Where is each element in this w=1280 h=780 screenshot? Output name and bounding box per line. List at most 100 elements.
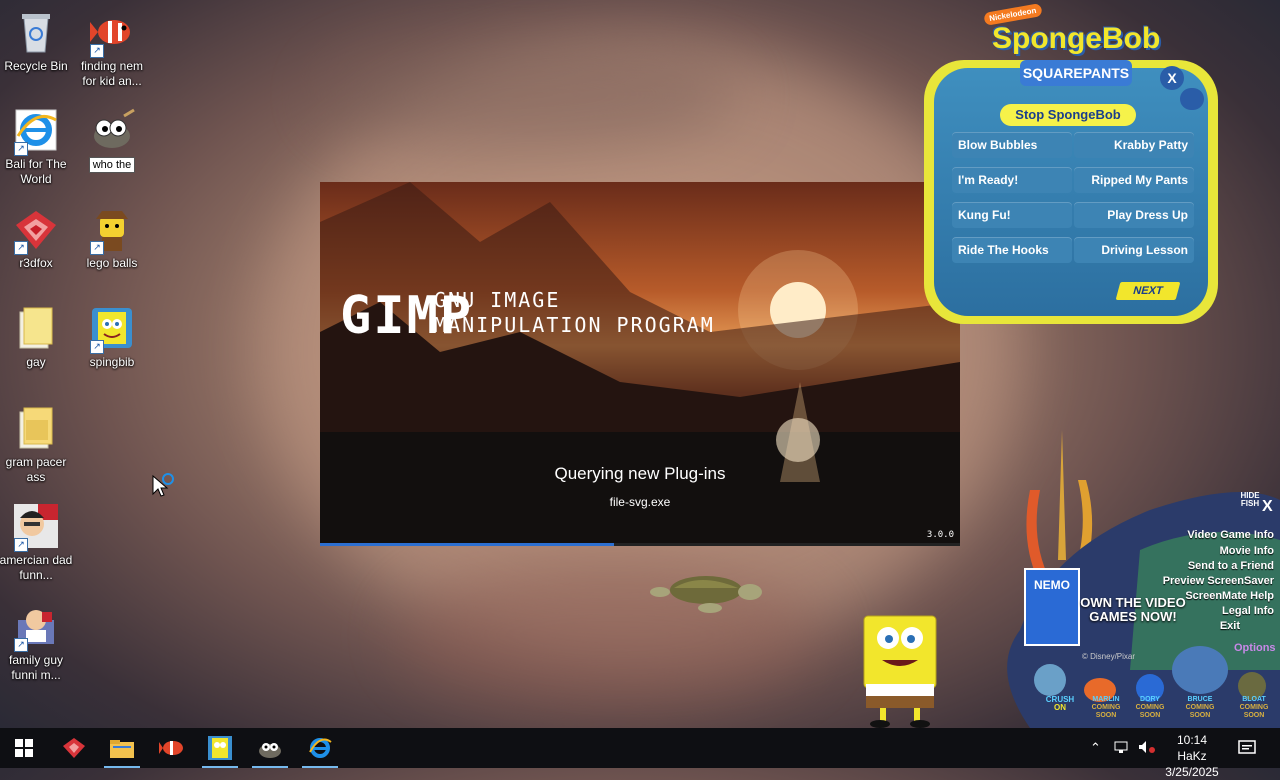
ripped-my-pants-button[interactable]: Ripped My Pants <box>1074 167 1194 193</box>
desktop-icon-gay[interactable]: gay <box>0 304 74 370</box>
icon-label: spingbib <box>89 355 135 369</box>
driving-lesson-button[interactable]: Driving Lesson <box>1074 237 1194 263</box>
spongebob-close-button[interactable]: X <box>1160 66 1184 90</box>
gimp-status-text: Querying new Plug-ins <box>554 464 726 483</box>
taskbar: ⌃ 10:14 HaKz 3/25/2025 <box>0 728 1280 779</box>
taskbar-gimp[interactable] <box>246 728 294 768</box>
character-dory[interactable]: DORY COMING SOON <box>1130 696 1170 720</box>
nemo-copyright: © Disney/Pixar <box>1082 652 1136 661</box>
character-status: COMING SOON <box>1091 704 1121 719</box>
nemo-close-button[interactable]: X <box>1262 498 1273 516</box>
desktop-icon-american-dad[interactable]: ↗ amercian dad funn... <box>0 502 74 583</box>
desktop: Recycle Bin ↗ finding nem for kid an... … <box>0 0 1280 728</box>
desktop-icon-who-the[interactable]: who the <box>74 106 150 173</box>
kung-fu-button[interactable]: Kung Fu! <box>952 202 1072 228</box>
gimp-subtitle-line2: MANIPULATION PROGRAM <box>434 313 715 337</box>
nemo-menu-send-to-friend[interactable]: Send to a Friend <box>1188 559 1274 574</box>
spongebob-title: SpongeBob <box>992 22 1161 55</box>
character-name: MARLIN <box>1092 696 1120 703</box>
krabby-patty-button[interactable]: Krabby Patty <box>1074 132 1194 158</box>
character-bruce[interactable]: BRUCE COMING SOON <box>1180 696 1220 720</box>
gimp-splash-art <box>320 182 960 546</box>
nemo-menu-movie-info[interactable]: Movie Info <box>1220 544 1274 559</box>
desktop-icon-r3dfox[interactable]: ↗ r3dfox <box>0 205 74 271</box>
spongebob-character[interactable] <box>858 612 942 728</box>
character-status: COMING SOON <box>1239 704 1269 719</box>
nemo-menu-exit[interactable]: Exit <box>1220 619 1240 634</box>
desktop-icon-gram-pacer-ass[interactable]: gram pacer ass <box>0 404 74 485</box>
taskbar-spongebob[interactable] <box>196 728 244 768</box>
rename-input[interactable]: who the <box>88 157 136 173</box>
show-hidden-icons-button[interactable]: ⌃ <box>1090 740 1101 756</box>
character-name: BRUCE <box>1187 696 1213 703</box>
wallpaper-eyes <box>320 40 740 150</box>
taskbar-internet-explorer[interactable] <box>296 728 344 768</box>
gimp-version: 3.0.0 <box>926 530 954 540</box>
gimp-subtitle: GNU IMAGE MANIPULATION PROGRAM <box>434 288 715 338</box>
cartoon-character-icon: ↗ <box>12 602 60 652</box>
squarepants-title: SQUAREPANTS <box>1020 60 1132 86</box>
r3dfox-icon <box>63 738 85 758</box>
turtle-screenmate[interactable] <box>650 568 766 621</box>
nemo-options-button[interactable]: Options <box>1234 642 1276 654</box>
nemo-menu-legal-info[interactable]: Legal Info <box>1222 604 1274 619</box>
lego-figure-icon: ↗ <box>88 205 136 255</box>
character-crush[interactable]: CRUSH ON <box>1040 696 1080 712</box>
icon-label: gay <box>26 355 46 369</box>
folder-icon <box>12 404 60 452</box>
spongebob-icon: ↗ <box>88 304 136 354</box>
spongebob-icon <box>208 736 232 760</box>
icon-label: family guy funni m... <box>8 653 64 682</box>
network-icon[interactable] <box>1114 740 1130 757</box>
ride-the-hooks-button[interactable]: Ride The Hooks <box>952 237 1072 263</box>
fish-icon <box>159 741 183 755</box>
clock-date: 3/25/2025 <box>1165 765 1219 779</box>
play-dress-up-button[interactable]: Play Dress Up <box>1074 202 1194 228</box>
character-status: ON <box>1054 703 1066 712</box>
spongebob-logo: Nickelodeon SpongeBob SQUAREPANTS <box>983 3 1161 94</box>
shortcut-arrow-icon: ↗ <box>90 44 104 58</box>
desktop-icon-finding-nemo[interactable]: ↗ finding nem for kid an... <box>74 8 150 89</box>
notification-center-icon[interactable] <box>1238 739 1256 760</box>
nemo-menu-video-game-info[interactable]: Video Game Info <box>1187 528 1274 543</box>
icon-label: r3dfox <box>19 256 53 270</box>
icon-label: finding nem for kid an... <box>80 59 144 88</box>
shortcut-arrow-icon: ↗ <box>14 142 28 156</box>
start-button[interactable] <box>0 728 48 768</box>
recycle-bin-icon <box>12 8 60 56</box>
taskbar-finding-nemo[interactable] <box>148 728 196 768</box>
clock[interactable]: 10:14 HaKz 3/25/2025 <box>1164 732 1220 780</box>
cartoon-character-icon: ↗ <box>12 502 60 552</box>
volume-muted-icon[interactable] <box>1138 740 1156 757</box>
character-bloat[interactable]: BLOAT COMING SOON <box>1234 696 1274 720</box>
r3dfox-icon: ↗ <box>12 205 60 255</box>
icon-label: gram pacer ass <box>5 455 67 484</box>
nemo-menu-screenmate-help[interactable]: ScreenMate Help <box>1185 589 1274 604</box>
nemo-menu-preview-screensaver[interactable]: Preview ScreenSaver <box>1163 574 1274 589</box>
character-marlin[interactable]: MARLIN COMING SOON <box>1086 696 1126 720</box>
desktop-icon-bali[interactable]: ↗ Bali for The World <box>0 106 74 187</box>
nemo-promo-text[interactable]: OWN THE VIDEO GAMES NOW! <box>1080 596 1186 624</box>
im-ready-button[interactable]: I'm Ready! <box>952 167 1072 193</box>
taskbar-r3dfox[interactable] <box>50 728 98 768</box>
hide-fish-button[interactable]: HIDE FISH <box>1238 492 1262 508</box>
fish-icon: ↗ <box>88 8 136 58</box>
gimp-progress-bar <box>320 543 960 546</box>
internet-explorer-icon <box>309 738 332 758</box>
desktop-icon-family-guy[interactable]: ↗ family guy funni m... <box>0 602 74 683</box>
nemo-game-box[interactable]: NEMO <box>1024 568 1080 646</box>
blow-bubbles-button[interactable]: Blow Bubbles <box>952 132 1072 158</box>
gimp-subtitle-line1: GNU IMAGE <box>434 288 561 312</box>
desktop-icon-lego-balls[interactable]: ↗ lego balls <box>74 205 150 271</box>
icon-label[interactable]: who the <box>74 157 150 173</box>
desktop-icon-recycle-bin[interactable]: Recycle Bin <box>0 8 74 74</box>
spongebob-minimize-icon[interactable] <box>1180 88 1204 110</box>
character-status: COMING SOON <box>1185 704 1215 719</box>
gimp-splash-window: GIMP GNU IMAGE MANIPULATION PROGRAM Quer… <box>320 182 960 546</box>
taskbar-file-explorer[interactable] <box>98 728 146 768</box>
desktop-icon-spingbib[interactable]: ↗ spingbib <box>74 304 150 370</box>
next-button[interactable]: NEXT <box>1115 282 1181 300</box>
gimp-icon <box>88 106 136 154</box>
shortcut-arrow-icon: ↗ <box>14 638 28 652</box>
stop-spongebob-button[interactable]: Stop SpongeBob <box>1000 104 1136 126</box>
